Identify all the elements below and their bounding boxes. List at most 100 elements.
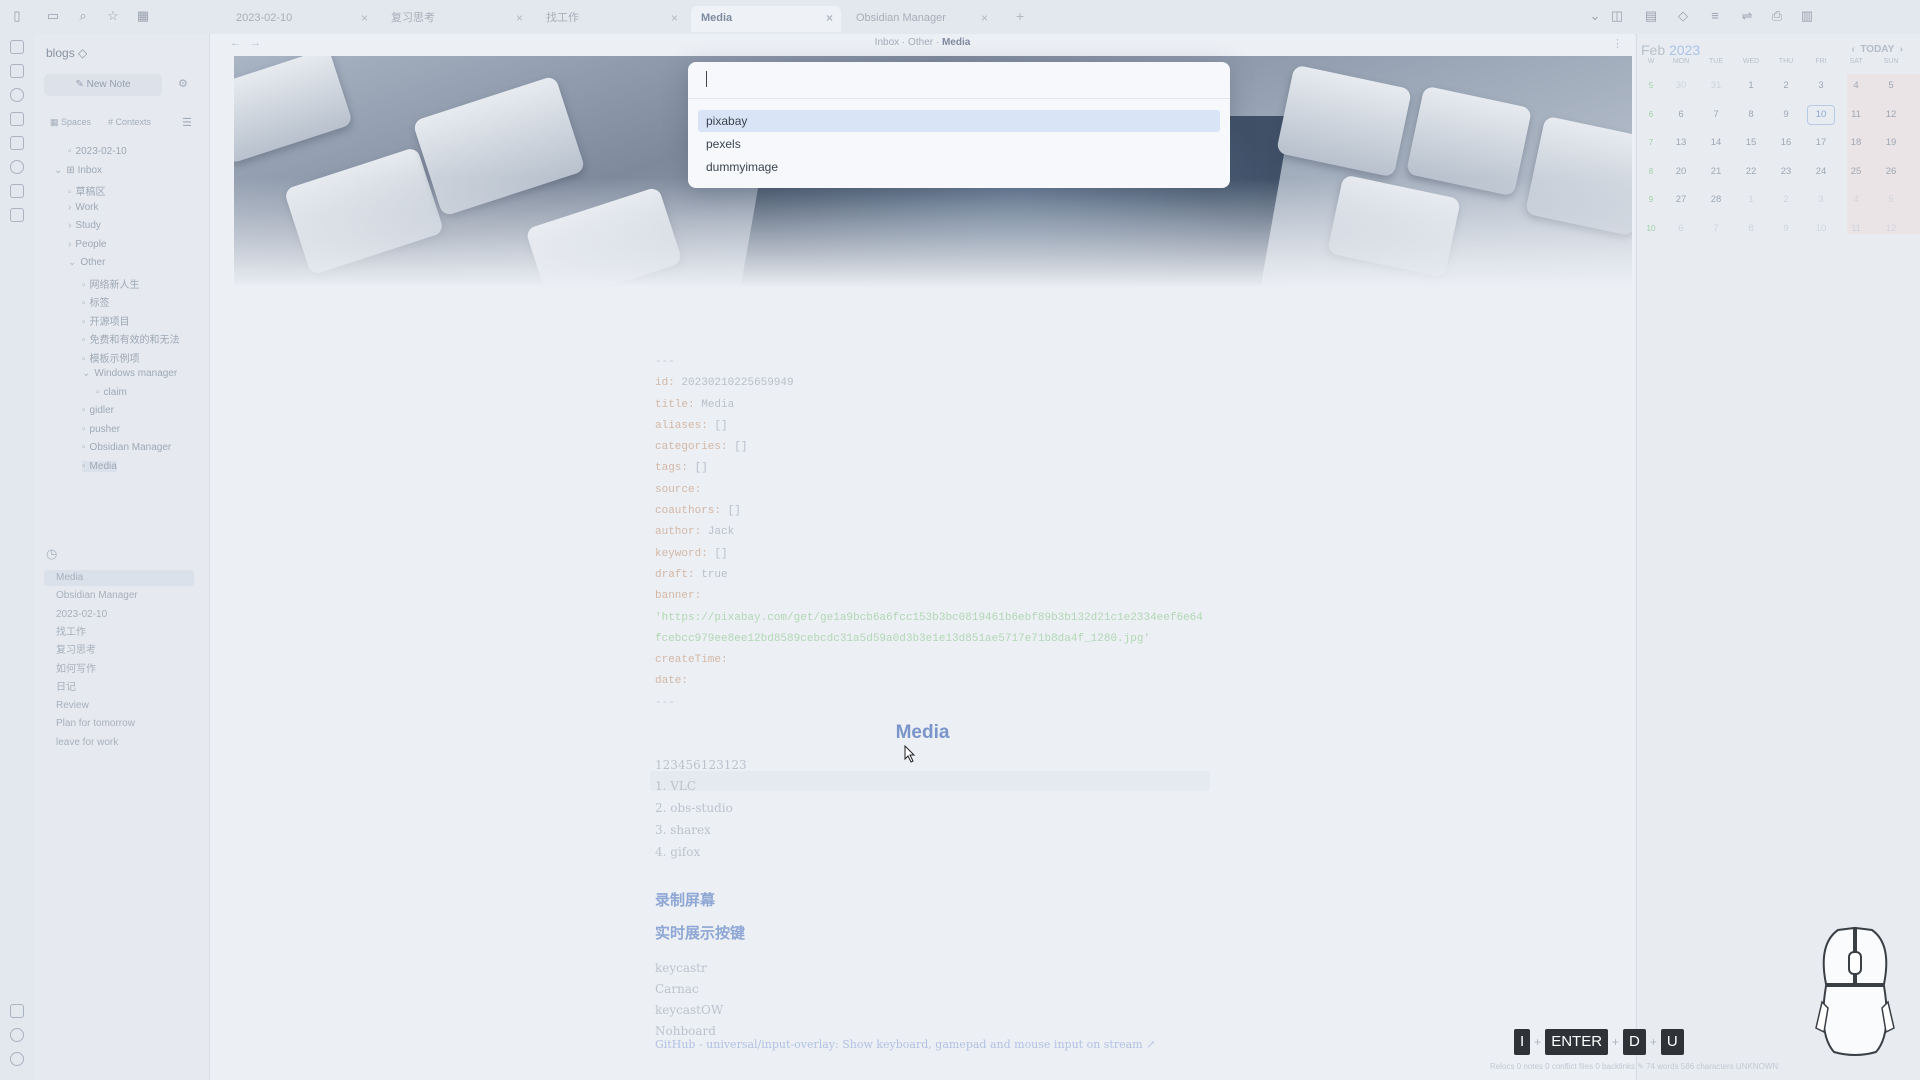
suggestion-item[interactable]: dummyimage — [698, 156, 1220, 178]
close-icon[interactable]: × — [671, 6, 678, 30]
calendar-day[interactable]: 10 — [1807, 104, 1835, 125]
calendar-day[interactable]: 7 — [1702, 219, 1730, 239]
calendar-day[interactable]: 11 — [1842, 219, 1870, 239]
link-icon[interactable]: ⇌ — [1740, 9, 1754, 23]
files-icon[interactable] — [10, 40, 24, 54]
breadcrumb-other[interactable]: Other — [908, 37, 933, 48]
tree-item[interactable]: ▫ 网络新人生 — [82, 276, 140, 291]
split-icon[interactable]: ◫ — [1610, 9, 1624, 23]
tree-item[interactable]: ⌄ Other — [68, 257, 105, 268]
external-link[interactable]: GitHub - universal/input-overlay: Show k… — [655, 1038, 1155, 1051]
new-note-button[interactable]: ✎ New Note — [44, 74, 162, 96]
outline-icon[interactable]: ≡ — [1708, 9, 1722, 23]
calendar-icon[interactable]: ▤ — [1644, 9, 1658, 23]
calendar-day[interactable]: 25 — [1842, 162, 1870, 182]
command-icon[interactable] — [10, 184, 24, 198]
tree-item[interactable]: › Study — [68, 220, 101, 231]
calendar-day[interactable]: 18 — [1842, 133, 1870, 153]
help-icon[interactable] — [10, 1028, 24, 1042]
frontmatter[interactable]: --- id: 20230210225659949 title: Media alia… — [655, 352, 1203, 714]
next-month-icon[interactable]: › — [1900, 44, 1903, 55]
suggestion-item[interactable]: pexels — [698, 133, 1220, 155]
calendar-day[interactable]: 12 — [1877, 219, 1905, 239]
calendar-day[interactable]: 3 — [1807, 76, 1835, 96]
tree-item[interactable]: › Work — [68, 202, 99, 213]
calendar-day[interactable]: 20 — [1667, 162, 1695, 182]
tree-item[interactable]: ▫ 2023-02-10 — [68, 146, 127, 157]
calendar-day[interactable]: 8 — [1737, 105, 1765, 125]
tree-item[interactable]: › People — [68, 239, 106, 250]
close-icon[interactable]: × — [826, 6, 833, 30]
contexts-tab[interactable]: # Contexts — [108, 117, 151, 127]
calendar-day[interactable]: 7 — [1702, 105, 1730, 125]
recent-item[interactable]: 复习思考 — [44, 643, 194, 659]
vault-icon[interactable] — [10, 1004, 24, 1018]
recent-item[interactable]: 找工作 — [44, 625, 194, 641]
tree-item[interactable]: ⌄ ⊞ Inbox — [54, 165, 102, 176]
calendar-day[interactable]: 31 — [1702, 76, 1730, 96]
calendar-day[interactable]: 27 — [1667, 190, 1695, 210]
calendar-day[interactable]: 15 — [1737, 133, 1765, 153]
calendar-day[interactable]: 3 — [1807, 190, 1835, 210]
calendar-day[interactable]: 6 — [1667, 105, 1695, 125]
calendar-day[interactable]: 26 — [1877, 162, 1905, 182]
calendar-day[interactable]: 6 — [1667, 219, 1695, 239]
send-icon[interactable] — [10, 160, 24, 174]
chevron-right-icon[interactable]: › — [68, 220, 71, 231]
calendar-day[interactable]: 23 — [1772, 162, 1800, 182]
close-icon[interactable]: × — [981, 6, 988, 30]
calendar-day[interactable]: 8 — [1737, 219, 1765, 239]
tree-item[interactable]: ⌄ Windows manager — [82, 368, 177, 379]
recent-item[interactable]: leave for work — [44, 735, 194, 751]
recent-item[interactable]: 如何写作 — [44, 662, 194, 678]
tree-item[interactable]: ▫ Obsidian Manager — [82, 442, 171, 453]
print-icon[interactable]: ⎙ — [1770, 9, 1784, 23]
tree-item[interactable]: ▫ claim — [96, 387, 127, 398]
tree-item[interactable]: ▫ Media — [82, 460, 117, 472]
calendar-day[interactable]: 17 — [1807, 133, 1835, 153]
filter-icon[interactable]: ☰ — [182, 116, 192, 129]
week-number[interactable]: 5 — [1637, 76, 1665, 96]
week-number[interactable]: 9 — [1637, 190, 1665, 210]
calendar-day[interactable]: 9 — [1772, 219, 1800, 239]
calendar-day[interactable]: 21 — [1702, 162, 1730, 182]
calendar-day[interactable]: 9 — [1772, 105, 1800, 125]
week-number[interactable]: 6 — [1637, 105, 1665, 125]
week-number[interactable]: 7 — [1637, 133, 1665, 153]
tab-2023-02-10[interactable]: 2023-02-10 × — [226, 6, 376, 32]
chevron-down-icon[interactable]: ⌄ — [68, 257, 76, 268]
today-button[interactable]: ‹ TODAY › — [1851, 44, 1903, 55]
calendar-day[interactable]: 16 — [1772, 133, 1800, 153]
calendar-day[interactable]: 13 — [1667, 133, 1695, 153]
bookmark-icon[interactable]: ☆ — [106, 9, 120, 23]
calendar-day[interactable]: 10 — [1807, 219, 1835, 239]
recent-item[interactable]: 日记 — [44, 680, 194, 696]
close-icon[interactable]: × — [516, 6, 523, 30]
folder-icon[interactable]: ▭ — [46, 9, 60, 23]
recent-item[interactable]: Plan for tomorrow — [44, 716, 194, 732]
spaces-tab[interactable]: ▦ Spaces — [50, 117, 91, 128]
templates-icon[interactable] — [10, 208, 24, 222]
calendar-day[interactable]: 1 — [1737, 190, 1765, 210]
chevron-right-icon[interactable]: › — [68, 202, 71, 213]
graph-icon[interactable] — [10, 88, 24, 102]
more-icon[interactable]: ⚙ — [178, 77, 188, 90]
tree-item[interactable]: ▫ 标签 — [82, 294, 110, 309]
tag-icon[interactable]: ◇ — [1676, 9, 1690, 23]
new-tab-plus-icon[interactable]: + — [1016, 8, 1024, 24]
recent-item[interactable]: Review — [44, 698, 194, 714]
tree-item[interactable]: ▫ 免费和有效的和无法 — [82, 331, 180, 346]
tab-obsidian-manager[interactable]: Obsidian Manager × — [846, 6, 996, 32]
more-options-icon[interactable]: ⋮ — [1612, 37, 1623, 50]
recent-item[interactable]: Media — [44, 570, 194, 586]
tree-item[interactable]: ▫ gidler — [82, 405, 114, 416]
sidebar-toggle-icon[interactable]: ▯ — [10, 9, 24, 23]
switcher-input[interactable] — [688, 62, 1230, 99]
calendar-day[interactable]: 11 — [1842, 105, 1870, 125]
vault-name[interactable]: blogs ◇ — [46, 46, 87, 60]
tab-job[interactable]: 找工作 × — [536, 6, 686, 32]
calendar-day[interactable]: 30 — [1667, 76, 1695, 96]
recent-item[interactable]: 2023-02-10 — [44, 607, 194, 623]
calendar-day[interactable]: 14 — [1702, 133, 1730, 153]
suggestion-item[interactable]: pixabay — [698, 110, 1220, 132]
